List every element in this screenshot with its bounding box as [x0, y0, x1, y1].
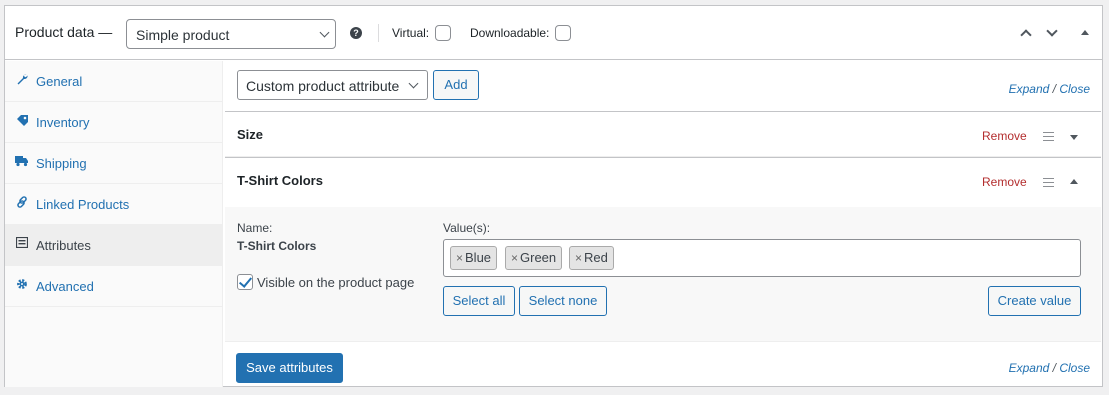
value-chip[interactable]: × Green — [505, 246, 563, 270]
tab-general[interactable]: General — [5, 61, 223, 102]
collapse-panel-icon[interactable] — [1081, 30, 1089, 35]
save-attributes-button[interactable]: Save attributes — [236, 353, 343, 383]
tab-shipping[interactable]: Shipping — [5, 143, 223, 184]
tab-linked-products[interactable]: Linked Products — [5, 184, 223, 225]
attribute-type-value: Custom product attribute — [246, 78, 400, 94]
values-input[interactable]: × Blue × Green × Red — [443, 239, 1081, 277]
product-type-select[interactable]: Simple product — [126, 19, 336, 49]
create-value-button[interactable]: Create value — [988, 286, 1081, 316]
gear-icon — [15, 278, 29, 292]
downloadable-label: Downloadable: — [470, 26, 550, 40]
expand-toggle-icon[interactable] — [1070, 135, 1078, 140]
header-divider — [378, 24, 379, 42]
tab-label: Linked Products — [36, 197, 130, 212]
expand-link[interactable]: Expand — [1009, 82, 1050, 96]
attribute-type-select[interactable]: Custom product attribute — [237, 70, 428, 100]
attribute-name: T-Shirt Colors — [237, 173, 323, 188]
product-data-panel: Product data — Simple product ? Virtual:… — [4, 5, 1103, 387]
tab-advanced[interactable]: Advanced — [5, 266, 223, 307]
attributes-panel: Custom product attribute Add Expand / Cl… — [224, 61, 1102, 387]
tab-label: Advanced — [36, 279, 94, 294]
visible-label: Visible on the product page — [257, 275, 415, 290]
values-label: Value(s): — [443, 221, 491, 235]
select-all-button[interactable]: Select all — [443, 286, 515, 316]
expand-close-links: Expand / Close — [1008, 82, 1090, 96]
panel-title: Product data — — [15, 24, 113, 40]
name-label: Name: — [237, 221, 273, 235]
add-attribute-button[interactable]: Add — [433, 70, 479, 100]
tab-inventory[interactable]: Inventory — [5, 102, 223, 143]
attribute-name: Size — [237, 127, 264, 142]
product-type-value: Simple product — [136, 27, 230, 43]
tag-icon — [15, 114, 29, 128]
attribute-row-size[interactable]: Size Remove — [225, 111, 1101, 157]
remove-value-icon[interactable]: × — [511, 251, 518, 265]
name-value: T-Shirt Colors — [237, 239, 317, 253]
help-icon[interactable]: ? — [350, 27, 362, 39]
downloadable-checkbox[interactable] — [555, 25, 571, 41]
list-icon — [15, 236, 29, 251]
tab-attributes[interactable]: Attributes — [5, 225, 223, 266]
visible-on-product-page-checkbox[interactable] — [237, 274, 253, 290]
tab-label: Inventory — [36, 115, 90, 130]
value-chip[interactable]: × Blue — [450, 246, 498, 270]
close-link[interactable]: Close — [1059, 82, 1090, 96]
move-down-icon[interactable] — [1046, 25, 1058, 37]
drag-handle-icon[interactable] — [1043, 178, 1054, 187]
product-data-tabs: General Inventory Shipping Linked Produc… — [5, 61, 223, 387]
select-none-button[interactable]: Select none — [519, 286, 607, 316]
tab-label: Attributes — [36, 238, 91, 253]
remove-link[interactable]: Remove — [982, 175, 1027, 189]
virtual-label: Virtual: — [392, 26, 430, 40]
remove-value-icon[interactable]: × — [456, 251, 463, 265]
close-link[interactable]: Close — [1059, 361, 1090, 375]
collapse-toggle-icon[interactable] — [1070, 179, 1078, 184]
truck-icon — [15, 155, 29, 169]
value-chip[interactable]: × Red — [569, 246, 614, 270]
product-data-header: Product data — Simple product ? Virtual:… — [5, 6, 1102, 60]
attribute-details: Name: T-Shirt Colors Visible on the prod… — [225, 207, 1101, 342]
wrench-icon — [15, 73, 29, 87]
footer-expand-close-links: Expand / Close — [1008, 361, 1090, 375]
tab-label: General — [36, 74, 83, 89]
tab-label: Shipping — [36, 156, 87, 171]
expand-link[interactable]: Expand — [1009, 361, 1050, 375]
attributes-toolbar: Custom product attribute Add Expand / Cl… — [224, 61, 1102, 111]
chevron-down-icon — [408, 78, 419, 89]
chevron-down-icon — [319, 27, 330, 38]
remove-link[interactable]: Remove — [982, 129, 1027, 143]
link-icon — [15, 196, 29, 210]
drag-handle-icon[interactable] — [1043, 132, 1054, 141]
virtual-checkbox[interactable] — [435, 25, 451, 41]
move-up-icon[interactable] — [1020, 29, 1032, 41]
remove-value-icon[interactable]: × — [575, 251, 582, 265]
